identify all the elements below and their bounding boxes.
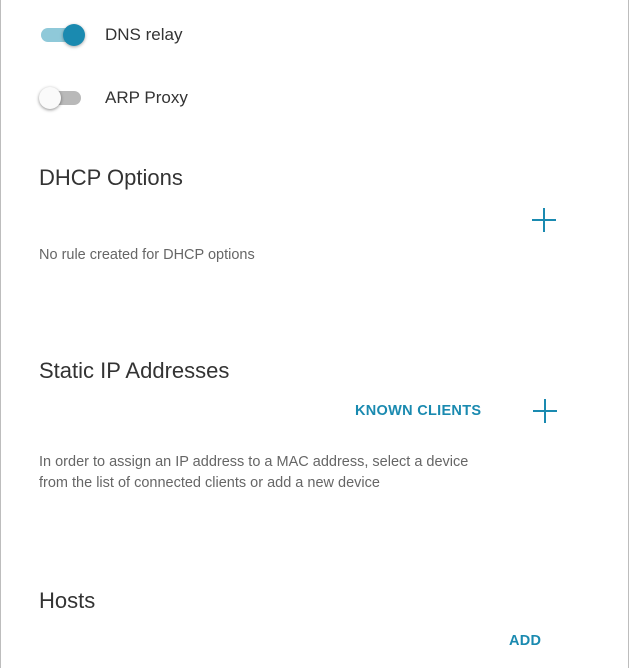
dns-relay-label: DNS relay (105, 25, 183, 44)
settings-panel: DNS relay ARP Proxy DHCP Options No rule… (0, 0, 629, 668)
static-ip-info-line1: In order to assign an IP address to a MA… (39, 454, 469, 470)
static-ip-info-text: In order to assign an IP address to a MA… (39, 452, 468, 494)
arp-proxy-label: ARP Proxy (105, 88, 188, 107)
hosts-title: Hosts (39, 588, 96, 613)
toggle-thumb (63, 24, 85, 46)
dhcp-options-title: DHCP Options (39, 165, 183, 190)
add-dhcp-option-button[interactable] (532, 208, 556, 232)
toggle-thumb (39, 87, 61, 109)
dns-relay-row: DNS relay (39, 22, 182, 48)
known-clients-button[interactable]: KNOWN CLIENTS (355, 403, 481, 419)
dns-relay-toggle[interactable] (39, 22, 85, 48)
static-ip-title: Static IP Addresses (39, 358, 230, 383)
add-static-ip-button[interactable] (533, 399, 557, 423)
static-ip-info-line2: from the list of connected clients or ad… (39, 475, 380, 491)
arp-proxy-toggle[interactable] (39, 85, 85, 111)
dhcp-options-empty-text: No rule created for DHCP options (39, 247, 255, 263)
add-host-button[interactable]: ADD (509, 633, 541, 649)
arp-proxy-row: ARP Proxy (39, 85, 188, 111)
